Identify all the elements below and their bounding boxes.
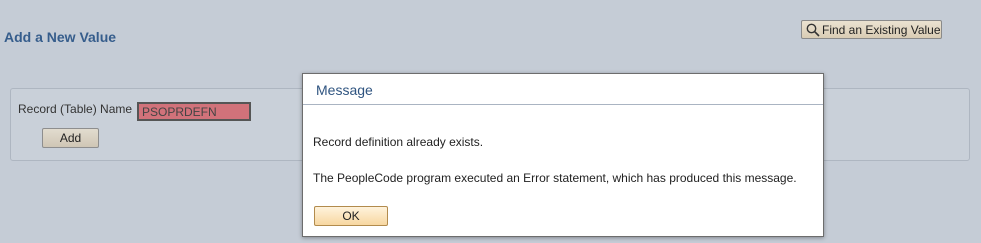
- record-name-input[interactable]: [137, 102, 251, 121]
- add-button[interactable]: Add: [42, 128, 99, 148]
- message-line-2: The PeopleCode program executed an Error…: [313, 171, 797, 185]
- find-existing-value-label: Find an Existing Value: [822, 22, 941, 37]
- page-title: Add a New Value: [4, 29, 117, 45]
- message-dialog: Message Record definition already exists…: [302, 73, 824, 237]
- search-icon: [806, 23, 820, 37]
- find-existing-value-button[interactable]: Find an Existing Value: [801, 20, 942, 39]
- message-dialog-title: Message: [316, 82, 373, 98]
- message-line-1: Record definition already exists.: [313, 135, 484, 149]
- ok-button[interactable]: OK: [314, 206, 388, 226]
- message-dialog-header: Message: [303, 74, 823, 105]
- record-name-label: Record (Table) Name: [18, 102, 133, 116]
